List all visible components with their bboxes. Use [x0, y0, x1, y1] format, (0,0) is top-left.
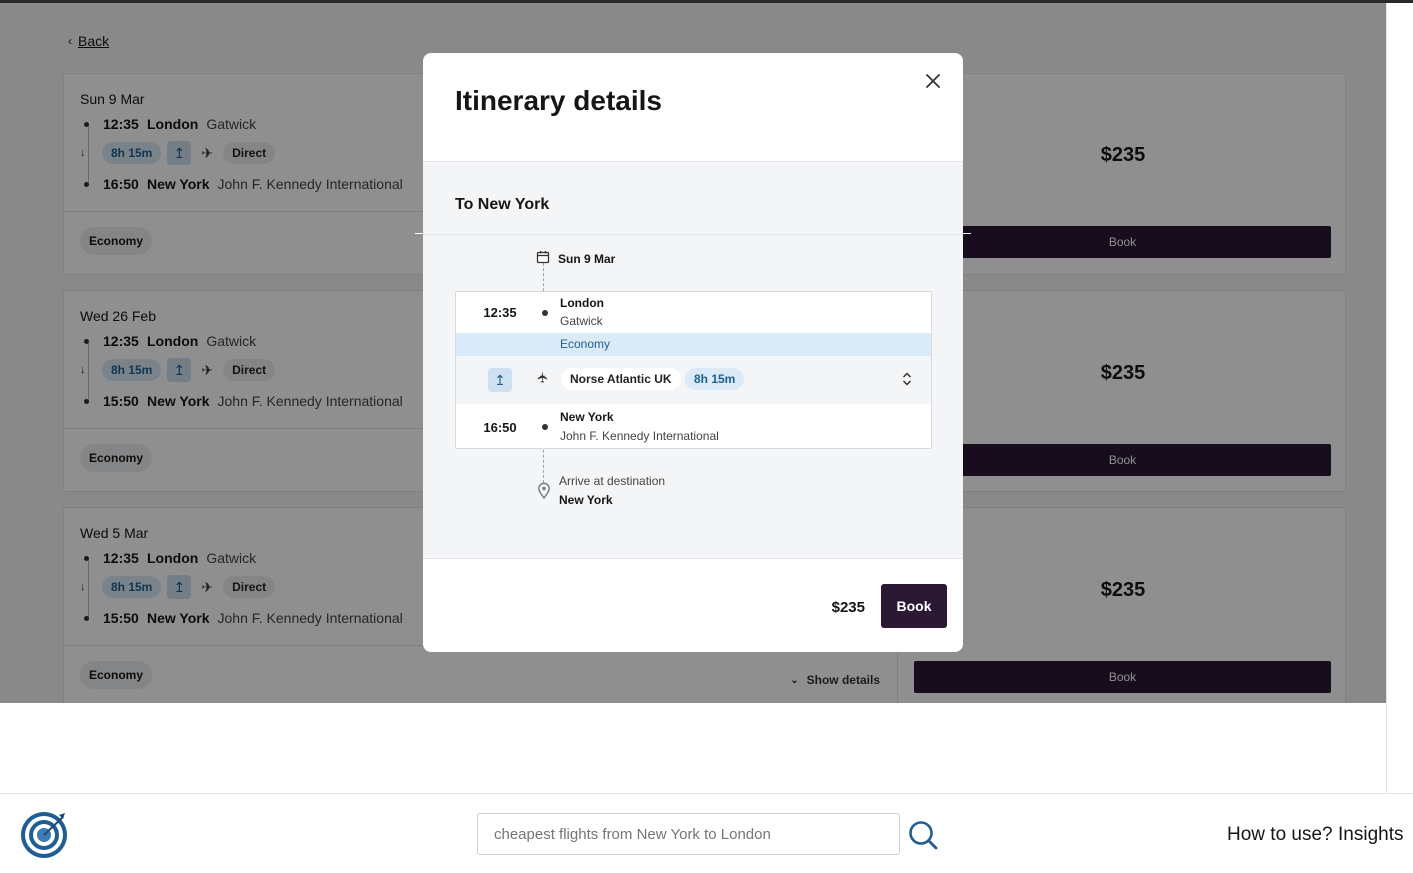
departure-city: London [560, 296, 604, 310]
carrier-row[interactable]: ↥ ✈ Norse Atlantic UK 8h 15m [456, 356, 931, 404]
cabin-row: Economy [456, 333, 931, 356]
arrival-city: New York [560, 410, 614, 424]
calendar-icon [536, 250, 550, 267]
modal-price: $235 [831, 599, 865, 616]
seat-icon: ↥ [488, 368, 512, 392]
backdrop-divider [963, 233, 971, 234]
departure-time: 12:35 [483, 305, 517, 320]
arrival-dot [542, 424, 548, 430]
backdrop-divider [415, 233, 423, 234]
page-scrollbar[interactable] [1386, 3, 1413, 793]
bottom-bar: How to use? Insights [0, 793, 1413, 873]
nav-insights[interactable]: Insights [1338, 824, 1403, 846]
arrival-time: 16:50 [483, 420, 517, 435]
modal-title: Itinerary details [455, 85, 662, 116]
plane-icon: ✈ [534, 371, 551, 384]
itinerary-date: Sun 9 Mar [536, 250, 615, 267]
duration-badge: 8h 15m [685, 368, 745, 390]
search-icon[interactable] [906, 818, 940, 852]
itinerary-body: To New York Sun 9 Mar 12:35 London Gatwi… [423, 161, 963, 559]
close-icon[interactable] [921, 69, 945, 93]
nav-how-to-use[interactable]: How to use? [1227, 824, 1333, 846]
arrive-label: Arrive at destination [559, 474, 666, 488]
section-title: To New York [455, 196, 550, 213]
search-input[interactable] [477, 813, 900, 855]
itinerary-date-label: Sun 9 Mar [558, 251, 616, 266]
logo-icon[interactable] [19, 809, 69, 859]
section-divider [423, 234, 963, 235]
cabin-label: Economy [560, 337, 611, 351]
flight-leg-box: 12:35 London Gatwick Economy ↥ ✈ Norse A… [455, 291, 932, 449]
carrier-badge: Norse Atlantic UK [561, 368, 681, 390]
itinerary-modal: Itinerary details To New York Sun 9 Mar … [423, 53, 963, 652]
departure-dot [542, 310, 548, 316]
expand-icon[interactable] [902, 370, 912, 393]
arrive-city: New York [559, 493, 613, 507]
location-pin-icon [537, 482, 551, 505]
arrival-airport: John F. Kennedy International [560, 429, 719, 443]
departure-airport: Gatwick [560, 314, 603, 328]
modal-book-button[interactable]: Book [881, 584, 947, 628]
